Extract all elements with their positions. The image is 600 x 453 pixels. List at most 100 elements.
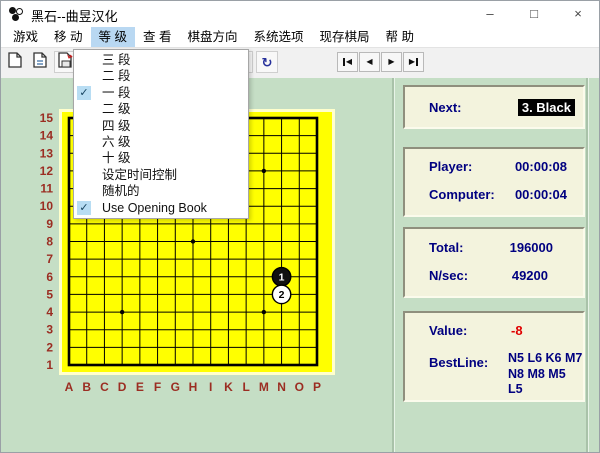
menu-bar: 游戏移 动等 级查 看棋盘方向系统选项现存棋局帮 助 [1, 27, 599, 48]
new-document-icon [8, 52, 22, 73]
menu-item-5[interactable]: 系统选项 [245, 27, 311, 47]
white-stone-2: 2 [272, 285, 290, 303]
level-menu-item-5[interactable]: 六 级 [74, 134, 248, 150]
star-point [262, 169, 266, 173]
star-point [191, 239, 195, 243]
column-label: H [189, 380, 198, 394]
next-value: 3. Black [518, 99, 575, 116]
column-label: D [118, 380, 127, 394]
evaluation-box: Value: -8 BestLine: N5 L6 K6 M7 N8 M8 M5… [403, 311, 585, 402]
bestline-moves: N5 L6 K6 M7 N8 M8 M5 L5 [508, 351, 582, 398]
skip-to-start-icon: ◀ [343, 58, 352, 66]
row-label: 7 [46, 252, 53, 266]
svg-text:2: 2 [279, 289, 285, 301]
computer-clock-value: 00:00:04 [495, 187, 567, 202]
total-value: 196000 [465, 240, 553, 255]
row-label: 2 [46, 340, 53, 354]
value-label: Value: [429, 323, 467, 338]
column-label: I [209, 380, 212, 394]
row-label: 10 [40, 199, 54, 213]
column-label: N [277, 380, 286, 394]
row-label: 1 [46, 358, 53, 372]
row-label: 8 [46, 235, 53, 249]
total-label: Total: [429, 240, 463, 255]
computer-clock-label: Computer: [429, 187, 495, 202]
level-menu-item-4[interactable]: 四 级 [74, 118, 248, 134]
column-label: P [313, 380, 321, 394]
column-label: G [171, 380, 180, 394]
skip-to-end-icon: ▶ [409, 58, 418, 66]
right-edge-divider [586, 78, 589, 453]
row-label: 4 [46, 305, 53, 319]
row-label: 9 [46, 217, 53, 231]
row-label: 13 [40, 146, 54, 160]
menu-item-2[interactable]: 等 级 [91, 27, 135, 47]
prev-move-button[interactable]: ◀ [359, 52, 380, 72]
menu-item-6[interactable]: 现存棋局 [312, 27, 378, 47]
save-icon [58, 52, 73, 73]
row-label: 15 [40, 111, 54, 125]
level-menu-item-9[interactable]: ✓Use Opening Book [74, 200, 248, 216]
check-icon: ✓ [77, 86, 91, 100]
column-label: M [259, 380, 269, 394]
star-point [262, 310, 266, 314]
title-bar: 黑石--曲昱汉化 – □ × [1, 1, 599, 27]
column-label: O [295, 380, 304, 394]
menu-item-4[interactable]: 棋盘方向 [179, 27, 245, 47]
next-move-box: Next: 3. Black [403, 85, 585, 129]
menu-item-7[interactable]: 帮 助 [378, 27, 422, 47]
row-label: 5 [46, 287, 53, 301]
column-label: L [242, 380, 249, 394]
rotate-icon: ↻ [262, 56, 273, 69]
level-menu-item-8[interactable]: 随机的 [74, 183, 248, 199]
level-menu-item-6[interactable]: 十 级 [74, 150, 248, 166]
row-label: 11 [40, 182, 53, 196]
svg-text:1: 1 [279, 272, 285, 284]
column-label: K [224, 380, 233, 394]
nsec-value: 49200 [465, 268, 548, 283]
open-game-button[interactable] [29, 51, 51, 73]
rotate-board-button[interactable]: ↻ [256, 51, 278, 73]
level-menu-item-1[interactable]: 二 段 [74, 68, 248, 84]
menu-item-0[interactable]: 游戏 [5, 27, 46, 47]
maximize-button[interactable]: □ [517, 1, 551, 27]
row-label: 3 [46, 323, 53, 337]
open-document-icon [33, 52, 47, 73]
level-dropdown-menu: 三 段二 段✓一 段二 级四 级六 级十 级设定时间控制随机的✓Use Open… [73, 49, 249, 219]
level-menu-item-3[interactable]: 二 级 [74, 101, 248, 117]
minimize-button[interactable]: – [473, 1, 507, 27]
app-window: 黑石--曲昱汉化 – □ × 游戏移 动等 级查 看棋盘方向系统选项现存棋局帮 … [0, 0, 600, 453]
last-move-button[interactable]: ▶ [403, 52, 424, 72]
first-move-button[interactable]: ◀ [337, 52, 358, 72]
row-label: 6 [46, 270, 53, 284]
search-stats-box: Total: 196000 N/sec: 49200 [403, 227, 585, 298]
star-point [120, 310, 124, 314]
column-label: A [65, 380, 74, 394]
row-label: 12 [40, 164, 54, 178]
panel-divider [392, 78, 395, 453]
menu-item-1[interactable]: 移 动 [46, 27, 90, 47]
black-stone-1: 1 [272, 268, 290, 286]
app-icon [9, 7, 25, 21]
close-button[interactable]: × [561, 1, 595, 27]
player-clock-value: 00:00:08 [495, 159, 567, 174]
value-number: -8 [511, 323, 523, 338]
player-clock-label: Player: [429, 159, 472, 174]
step-back-icon: ◀ [366, 58, 372, 66]
column-label: B [82, 380, 91, 394]
new-game-button[interactable] [4, 51, 26, 73]
level-menu-item-0[interactable]: 三 段 [74, 52, 248, 68]
bestline-label: BestLine: [429, 355, 488, 370]
step-forward-icon: ▶ [388, 58, 394, 66]
column-label: F [154, 380, 161, 394]
check-icon: ✓ [77, 201, 91, 215]
level-menu-item-7[interactable]: 设定时间控制 [74, 167, 248, 183]
level-menu-item-2[interactable]: ✓一 段 [74, 85, 248, 101]
column-label: C [100, 380, 109, 394]
clocks-box: Player: 00:00:08 Computer: 00:00:04 [403, 147, 585, 217]
menu-item-3[interactable]: 查 看 [135, 27, 179, 47]
window-title: 黑石--曲昱汉化 [31, 6, 118, 25]
next-label: Next: [429, 100, 462, 115]
next-move-button[interactable]: ▶ [381, 52, 402, 72]
row-label: 14 [40, 129, 54, 143]
